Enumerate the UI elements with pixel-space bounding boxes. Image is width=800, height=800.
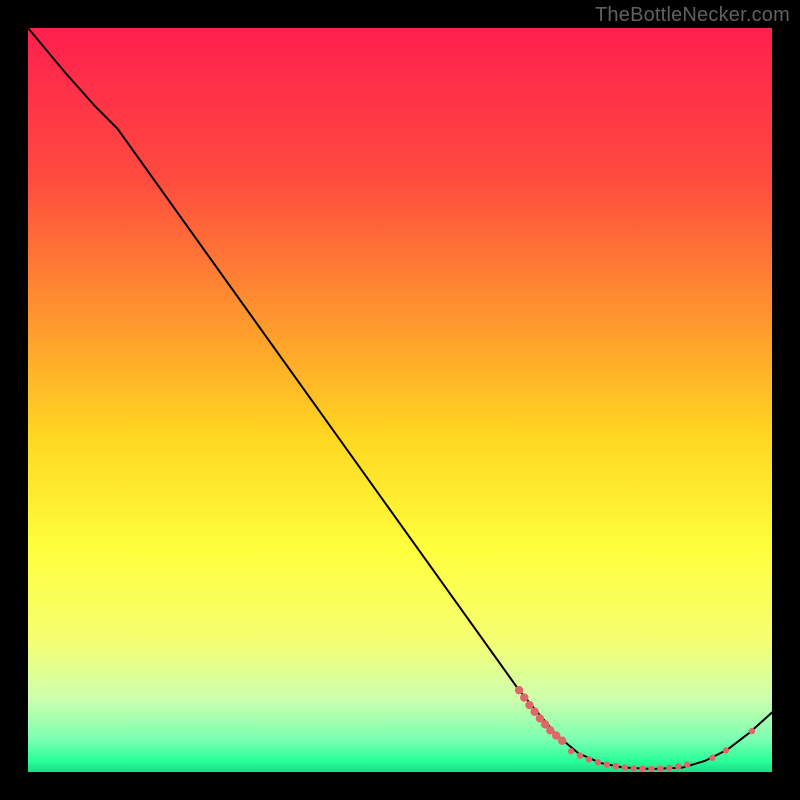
data-marker — [595, 759, 601, 765]
data-marker — [525, 701, 533, 709]
data-marker — [648, 766, 654, 772]
data-marker — [515, 686, 523, 694]
data-marker — [586, 756, 592, 762]
data-marker — [749, 728, 755, 734]
data-marker — [684, 761, 690, 767]
chart-frame: TheBottleNecker.com — [0, 0, 800, 800]
data-marker — [558, 737, 566, 745]
gradient-background — [28, 28, 772, 772]
data-marker — [613, 763, 619, 769]
data-marker — [604, 761, 610, 767]
data-marker — [675, 763, 681, 769]
data-marker — [639, 765, 645, 771]
data-marker — [657, 765, 663, 771]
data-marker — [568, 748, 574, 754]
data-marker — [723, 747, 729, 753]
data-marker — [621, 764, 627, 770]
watermark-text: TheBottleNecker.com — [595, 4, 790, 27]
data-marker — [630, 765, 636, 771]
data-marker — [577, 752, 583, 758]
data-marker — [530, 708, 538, 716]
chart-svg — [28, 28, 772, 772]
data-marker — [709, 755, 715, 761]
data-marker — [520, 693, 528, 701]
data-marker — [666, 765, 672, 771]
plot-area — [28, 28, 772, 772]
